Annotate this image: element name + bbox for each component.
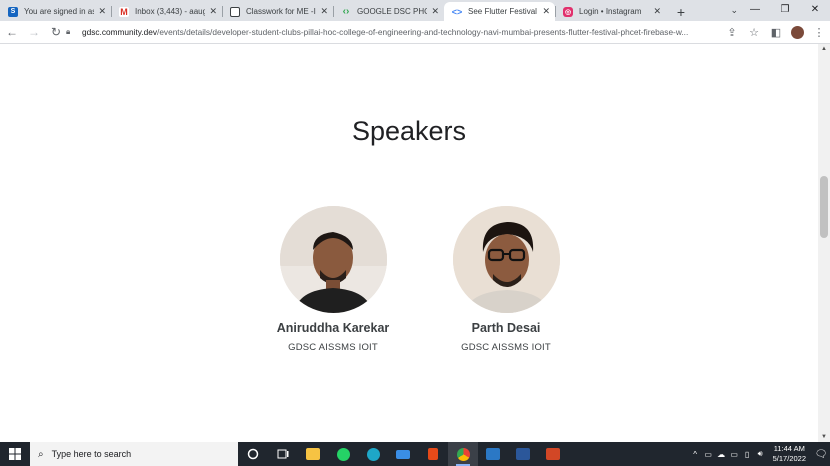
notification-center-icon[interactable]: 🗨︎ [812,449,830,460]
chevron-up-icon[interactable]: ^ [689,450,702,459]
speaker-org: GDSC AISSMS IOIT [461,342,551,353]
taskbar-clock[interactable]: 11:44 AM 5/17/2022 [773,444,806,464]
tab-title: You are signed in as a [24,7,95,16]
chrome-icon[interactable] [448,442,478,466]
speaker-photo[interactable] [452,206,560,313]
tab-dsc[interactable]: ‹› GOOGLE DSC PHCET ✕ [333,2,444,21]
tab-title: Inbox (3,443) - aaugu [135,7,206,16]
speaker-photo[interactable] [279,206,387,313]
network-icon[interactable]: ▭ [728,450,741,459]
scroll-down-arrow-icon[interactable]: ▼ [820,434,828,440]
forward-icon[interactable]: → [24,22,44,42]
tab-title: GOOGLE DSC PHCET [357,7,428,16]
office-icon[interactable] [418,442,448,466]
meet-now-icon[interactable]: ▭ [702,450,715,459]
tab-signed-in[interactable]: S You are signed in as a ✕ [0,2,111,21]
tab-strip: S You are signed in as a ✕ M Inbox (3,44… [0,0,830,21]
url-path: /events/details/developer-student-clubs-… [157,27,689,37]
speaker-card[interactable]: Parth Desai GDSC AISSMS IOIT [416,206,596,353]
speaker-name: Parth Desai [471,321,541,335]
classroom-icon [230,6,240,17]
lock-icon[interactable]: 🔒︎ [66,27,76,37]
scroll-up-arrow-icon[interactable]: ▲ [820,46,828,52]
speaker-card[interactable]: Aniruddha Karekar GDSC AISSMS IOIT [243,206,423,353]
speaker-name: Aniruddha Karekar [276,321,390,335]
taskbar-search-input[interactable]: ⌕ Type here to search [30,442,238,466]
share-icon[interactable]: ⇪ [721,26,743,39]
back-icon[interactable]: ← [2,22,22,42]
address-bar[interactable]: 🔒︎ gdsc.community.dev/events/details/dev… [66,22,766,42]
whatsapp-icon[interactable] [328,442,358,466]
clock-time: 11:44 AM [773,444,805,453]
tab-instagram[interactable]: ◎ Login • Instagram ✕ [555,2,666,21]
search-placeholder: Type here to search [51,449,132,459]
dsc-icon: ‹› [342,6,350,17]
windows-taskbar: ⌕ Type here to search ^ ▭ ☁ ▭ ▯ 🔊︎ 11:44… [0,442,830,466]
s-letter-icon: S [8,6,18,17]
windows-start-icon[interactable] [0,442,30,466]
gdsc-icon: <> [451,6,463,17]
close-window-icon[interactable]: ✕ [800,0,830,20]
tab-title: Login • Instagram [579,7,642,16]
file-explorer-icon[interactable] [298,442,328,466]
restore-icon[interactable]: ❐ [770,0,800,20]
system-tray: ^ ▭ ☁ ▭ ▯ 🔊︎ 11:44 AM 5/17/2022 🗨︎ [689,442,830,466]
window-controls: — ❐ ✕ [740,0,830,20]
side-panel-icon[interactable]: ◧ [765,26,787,39]
profile-avatar[interactable] [791,26,804,39]
search-icon: ⌕ [38,448,44,460]
close-icon[interactable]: ✕ [542,6,550,17]
tab-gmail[interactable]: M Inbox (3,443) - aaugu ✕ [111,2,222,21]
speakers-heading: Speakers [351,116,467,146]
tab-flutter-festival[interactable]: <> See Flutter Festival Ph ✕ [444,2,555,21]
task-view-icon[interactable] [268,442,298,466]
clock-date: 5/17/2022 [772,454,806,463]
edge-icon[interactable] [358,442,388,466]
speaker-org: GDSC AISSMS IOIT [288,342,378,353]
menu-kebab-icon[interactable]: ⋮ [808,26,830,39]
tab-classroom[interactable]: Classwork for ME -IOT ✕ [222,2,333,21]
minimize-icon[interactable]: — [740,0,770,20]
onedrive-icon[interactable]: ☁ [715,450,728,459]
reload-icon[interactable]: ↻ [46,22,66,42]
url-host: gdsc.community.dev [82,27,158,37]
browser-chrome: S You are signed in as a ✕ M Inbox (3,44… [0,0,830,44]
cortana-icon[interactable] [238,442,268,466]
tab-title: Classwork for ME -IOT [246,7,316,16]
instagram-icon: ◎ [563,6,573,17]
mail-icon[interactable] [388,442,418,466]
close-icon[interactable]: ✕ [98,6,106,17]
close-icon[interactable]: ✕ [431,6,439,17]
volume-icon[interactable]: 🔊︎ [754,449,767,459]
word-icon[interactable] [508,442,538,466]
close-icon[interactable]: ✕ [209,6,217,17]
powerpoint-icon[interactable] [538,442,568,466]
scrollbar-thumb[interactable] [820,176,828,238]
toolbar-actions: ⇪ ☆ ◧ ⋮ [721,21,830,44]
photos-icon[interactable] [478,442,508,466]
close-icon[interactable]: ✕ [653,6,661,17]
close-icon[interactable]: ✕ [320,6,328,17]
tab-title: See Flutter Festival Ph [468,7,538,16]
browser-toolbar: ← → ↻ 🔒︎ gdsc.community.dev/events/detai… [0,21,830,44]
tab-search-icon[interactable]: ⌄ [730,0,738,20]
bookmark-star-icon[interactable]: ☆ [743,26,765,39]
gmail-icon: M [119,6,129,17]
new-tab-button[interactable]: + [670,2,692,21]
battery-icon[interactable]: ▯ [741,450,754,459]
page-content: Speakers Aniruddha Karekar GDSC AISSMS I… [0,44,818,442]
vertical-scrollbar[interactable]: ▲ ▼ [818,44,830,442]
